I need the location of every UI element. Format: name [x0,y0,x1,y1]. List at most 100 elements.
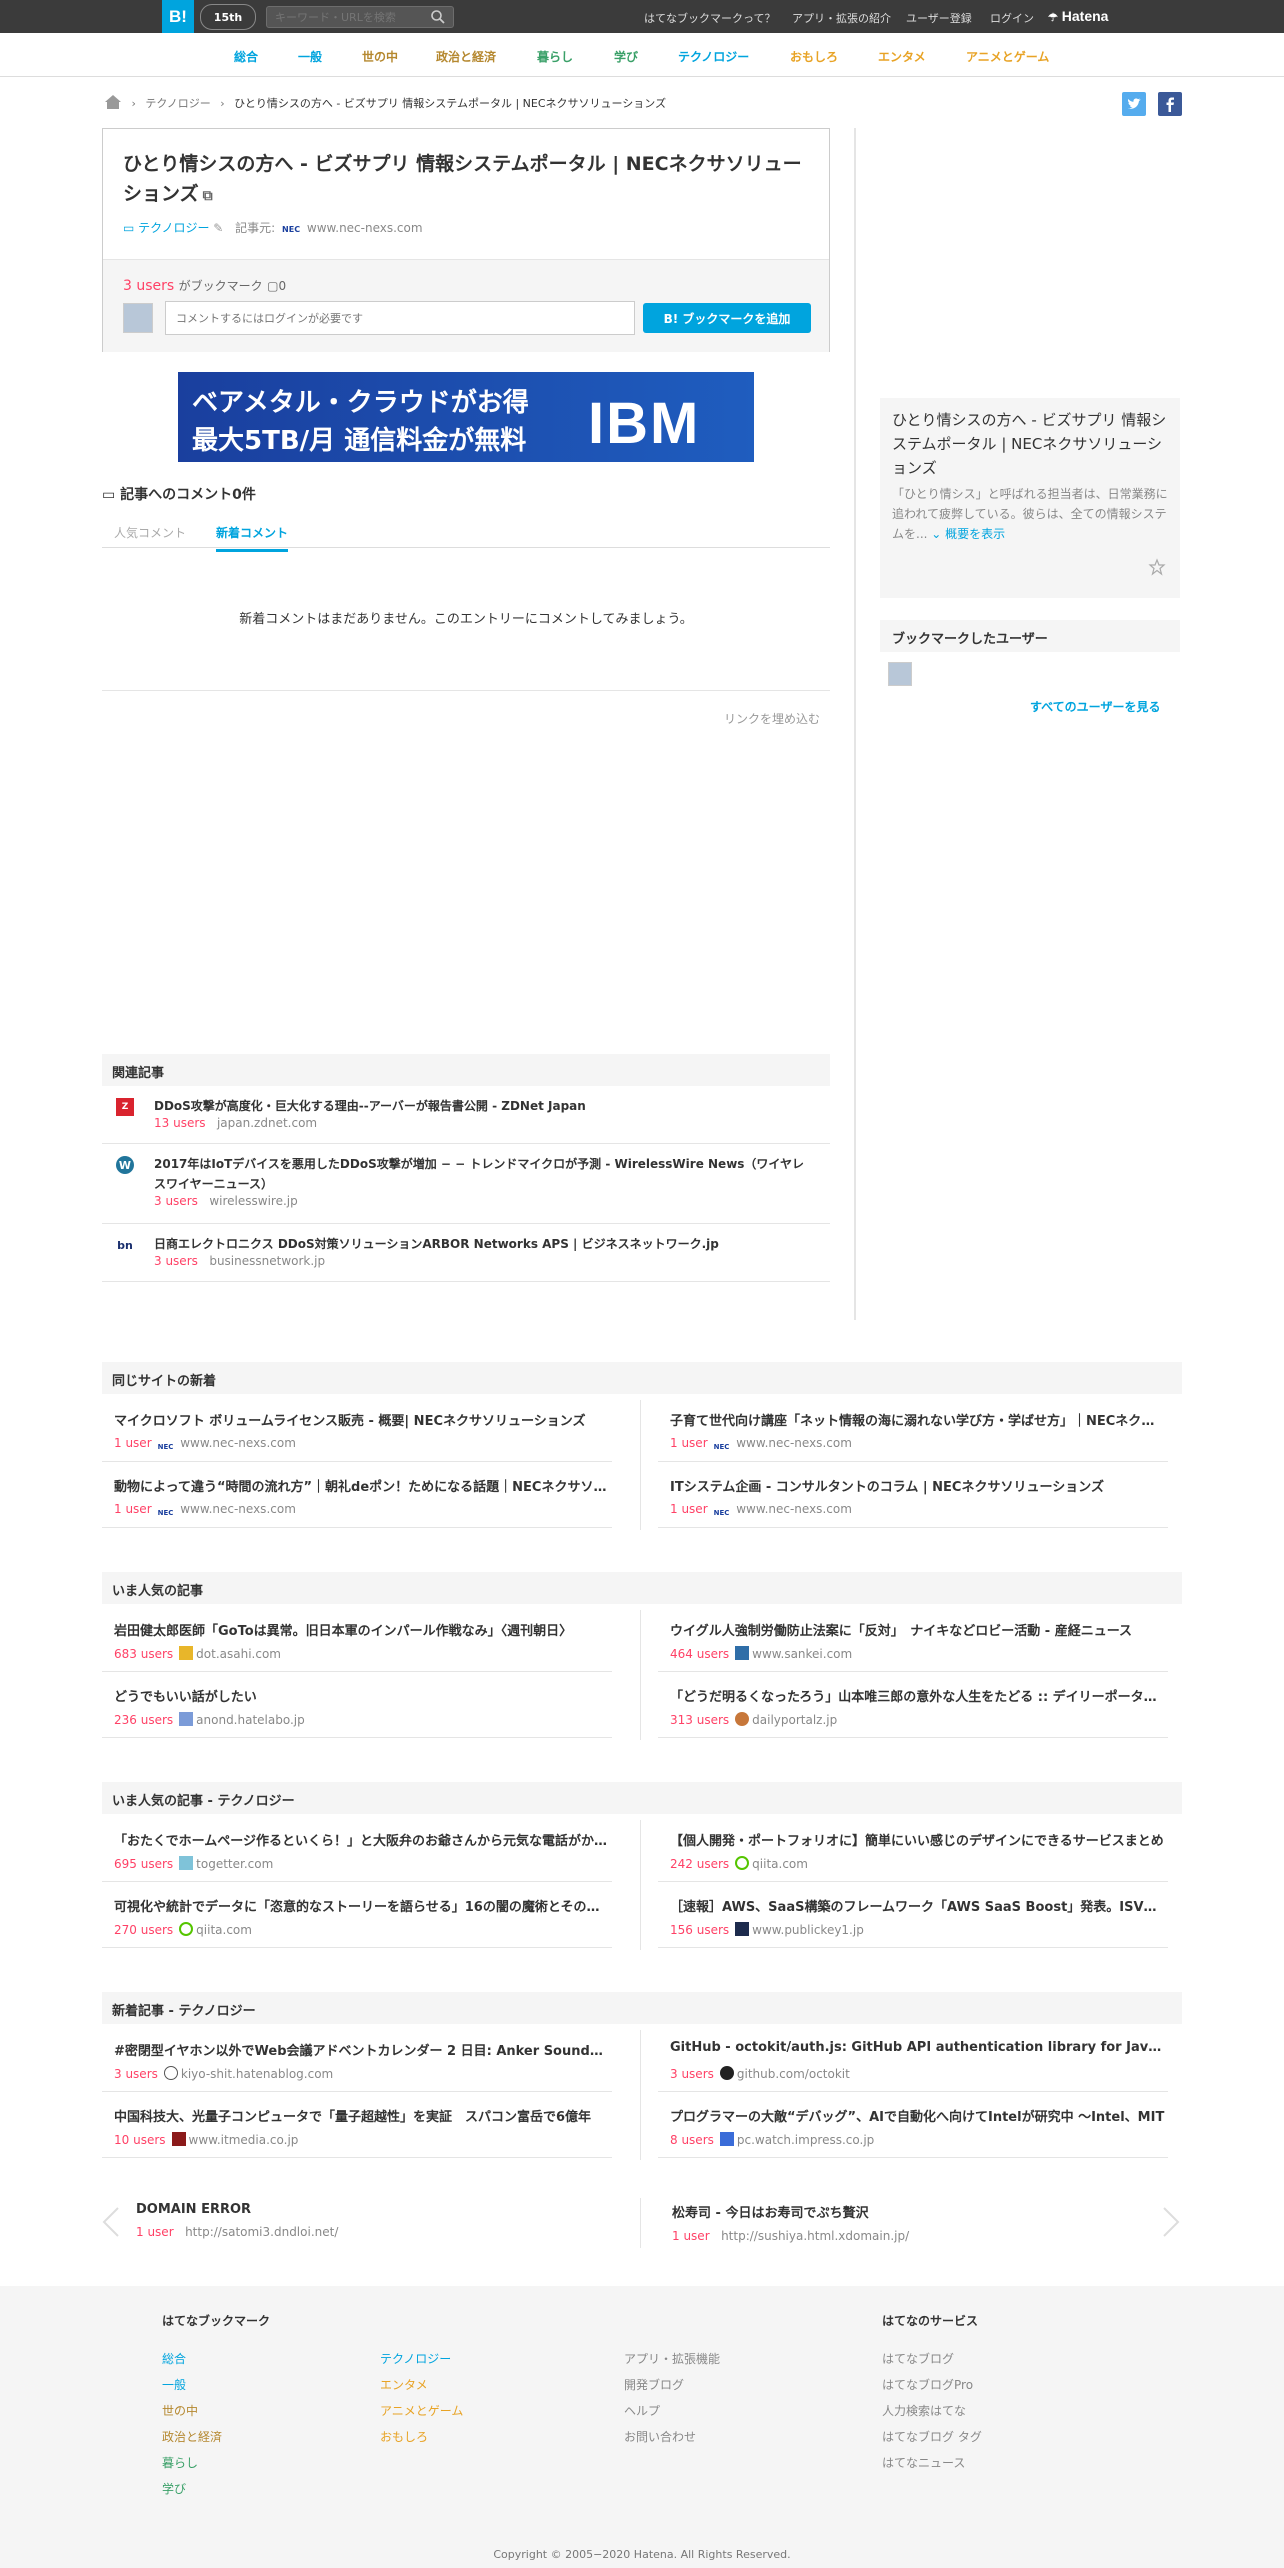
footer-link[interactable]: 政治と経済 [162,2428,222,2445]
item-users[interactable]: 683 users [114,1647,173,1661]
item-title[interactable]: 中国科技大、光量子コンピュータで「量子超越性」を実証 スパコン富岳で6億年 [114,2106,610,2125]
cat-entertainment[interactable]: エンタメ [878,48,926,65]
footer-link[interactable]: はてなブログ [882,2350,954,2367]
apps-link[interactable]: アプリ・拡張の紹介 [792,10,891,26]
item-users[interactable]: 1 user [670,1436,708,1450]
footer-link[interactable]: 人力検索はてな [882,2402,966,2419]
list-item[interactable]: #密閉型イヤホン以外でWeb会議アドベントカレンダー 2 日目: Anker S… [102,2030,612,2092]
item-title[interactable]: ウイグル人強制労働防止法案に「反対」 ナイキなどロビー活動 - 産経ニュース [670,1620,1166,1639]
list-item[interactable]: ［速報］AWS、SaaS構築のフレームワーク「AWS SaaS Boost」発表… [658,1886,1168,1948]
related-users[interactable]: 3 users [154,1194,198,1208]
pager-item[interactable]: 松寿司 - 今日はお寿司でぷち贅沢 1 user http://sushiya.… [672,2202,909,2243]
related-item[interactable]: bn 日商エレクトロニクス DDoS対策ソリューションARBOR Network… [102,1224,830,1282]
footer-link[interactable]: アプリ・拡張機能 [624,2350,720,2367]
anniversary-badge[interactable]: 15th [200,4,256,30]
cat-life[interactable]: 暮らし [537,48,573,65]
list-item[interactable]: どうでもいい話がしたい 236 users anond.hatelabo.jp [102,1676,612,1738]
star-add-icon[interactable] [1148,558,1166,576]
cat-knowledge[interactable]: 学び [614,48,638,65]
footer-link[interactable]: 世の中 [162,2402,198,2419]
footer-link[interactable]: 暮らし [162,2454,198,2471]
item-title[interactable]: #密閉型イヤホン以外でWeb会議アドベントカレンダー 2 日目: Anker S… [114,2040,610,2059]
all-users-link[interactable]: すべてのユーザーを見る [1030,698,1160,715]
item-title[interactable]: GitHub - octokit/auth.js: GitHub API aut… [670,2040,1166,2055]
chevron-right-icon[interactable] [1160,2204,1182,2240]
related-title[interactable]: 日商エレクトロニクス DDoS対策ソリューションARBOR Networks A… [154,1234,814,1254]
list-item[interactable]: 「おたくでホームページ作るといくら！」と大阪弁のお爺さんから元気な電話がかかって… [102,1820,612,1882]
item-domain[interactable]: github.com/octokit [737,2067,850,2081]
item-title[interactable]: 「おたくでホームページ作るといくら！」と大阪弁のお爺さんから元気な電話がかかって… [114,1830,610,1849]
list-item[interactable]: 岩田健太郎医師「GoToは異常。旧日本軍のインパール作戦なみ」〈週刊朝日〉 68… [102,1610,612,1672]
item-title[interactable]: ITシステム企画 - コンサルタントのコラム | NECネクサソリューションズ [670,1476,1166,1495]
item-title[interactable]: 子育て世代向け講座「ネット情報の海に溺れない学び方・学ばせ方」｜NECネクサソリ… [670,1410,1166,1429]
register-link[interactable]: ユーザー登録 [906,10,972,26]
list-item[interactable]: 動物によって違う“時間の流れ方”｜朝礼deポン！ためになる話題｜NECネクサソリ… [102,1466,612,1528]
cat-it[interactable]: テクノロジー [678,48,749,65]
footer-link[interactable]: 総合 [162,2350,186,2367]
entry-source-link[interactable]: www.nec-nexs.com [307,221,423,235]
item-domain[interactable]: www.sankei.com [752,1647,852,1661]
footer-link[interactable]: 一般 [162,2376,186,2393]
ad-banner[interactable]: ベアメタル・クラウドがお得 最大5TB/月 通信料金が無料 IBM [178,372,754,462]
login-link[interactable]: ログイン [990,10,1034,26]
entry-category-link[interactable]: テクノロジー [138,221,209,235]
item-domain[interactable]: www.nec-nexs.com [180,1502,296,1516]
footer-link[interactable]: テクノロジー [380,2350,451,2367]
item-title[interactable]: 可視化や統計でデータに「恣意的なストーリーを語らせる」16の闇の魔術とその対策 [114,1896,610,1915]
footer-link[interactable]: 開発ブログ [624,2376,684,2393]
list-item[interactable]: 「どうだ明るくなったろう」山本唯三郎の意外な人生をたどる :: デイリーポータル… [658,1676,1168,1738]
footer-link[interactable]: はてなブログ タグ [882,2428,982,2445]
cat-ippan[interactable]: 一般 [298,48,322,65]
item-users[interactable]: 236 users [114,1713,173,1727]
related-domain[interactable]: japan.zdnet.com [217,1116,317,1130]
item-users[interactable]: 8 users [670,2133,714,2147]
tab-popular-comments[interactable]: 人気コメント [114,524,186,541]
item-title[interactable]: 動物によって違う“時間の流れ方”｜朝礼deポン！ためになる話題｜NECネクサソリ… [114,1476,610,1495]
chevron-left-icon[interactable] [100,2204,122,2240]
item-title[interactable]: 岩田健太郎医師「GoToは異常。旧日本軍のインパール作戦なみ」〈週刊朝日〉 [114,1620,610,1639]
item-users[interactable]: 1 user [672,2229,710,2243]
item-users[interactable]: 1 user [114,1502,152,1516]
list-item[interactable]: 【個人開発・ポートフォリオに】簡単にいい感じのデザインにできるサービスまとめ 2… [658,1820,1168,1882]
breadcrumb-category[interactable]: テクノロジー [145,97,210,110]
footer-link[interactable]: アニメとゲーム [380,2402,463,2419]
item-domain[interactable]: www.nec-nexs.com [180,1436,296,1450]
item-domain[interactable]: qiita.com [196,1923,252,1937]
related-domain[interactable]: wirelesswire.jp [209,1194,297,1208]
hatena-logo[interactable]: ☂ Hatena [1048,8,1108,24]
cat-economics[interactable]: 政治と経済 [436,48,496,65]
sidebar-title[interactable]: ひとり情シスの方へ - ビズサプリ 情報システムポータル | NECネクサソリュ… [892,408,1170,480]
item-users[interactable]: 242 users [670,1857,729,1871]
list-item[interactable]: ウイグル人強制労働防止法案に「反対」 ナイキなどロビー活動 - 産経ニュース 4… [658,1610,1168,1672]
list-item[interactable]: プログラマーの大敵“デバッグ”、AIで自動化へ向けてIntelが研究中 〜Int… [658,2096,1168,2158]
list-item[interactable]: 可視化や統計でデータに「恣意的なストーリーを語らせる」16の闇の魔術とその対策 … [102,1886,612,1948]
item-users[interactable]: 156 users [670,1923,729,1937]
item-domain[interactable]: dailyportalz.jp [752,1713,837,1727]
item-domain[interactable]: dot.asahi.com [196,1647,281,1661]
cat-game[interactable]: アニメとゲーム [966,48,1049,65]
related-users[interactable]: 3 users [154,1254,198,1268]
related-domain[interactable]: businessnetwork.jp [209,1254,325,1268]
list-item[interactable]: 子育て世代向け講座「ネット情報の海に溺れない学び方・学ばせ方」｜NECネクサソリ… [658,1400,1168,1462]
search-input[interactable] [266,6,454,28]
item-users[interactable]: 3 users [670,2067,714,2081]
related-item[interactable]: Z DDoS攻撃が高度化・巨大化する理由--アーバーが報告書公開 - ZDNet… [102,1086,830,1144]
avatar[interactable] [888,662,912,686]
item-domain[interactable]: kiyo-shit.hatenablog.com [181,2067,333,2081]
item-title[interactable]: プログラマーの大敵“デバッグ”、AIで自動化へ向けてIntelが研究中 〜Int… [670,2106,1166,2125]
related-users[interactable]: 13 users [154,1116,206,1130]
related-title[interactable]: DDoS攻撃が高度化・巨大化する理由--アーバーが報告書公開 - ZDNet J… [154,1096,814,1116]
item-domain[interactable]: pc.watch.impress.co.jp [737,2133,874,2147]
home-icon[interactable] [104,94,122,110]
item-domain[interactable]: www.publickey1.jp [752,1923,864,1937]
footer-link[interactable]: ヘルプ [624,2402,660,2419]
item-title[interactable]: 【個人開発・ポートフォリオに】簡単にいい感じのデザインにできるサービスまとめ [670,1830,1166,1849]
pager-item[interactable]: DOMAIN ERROR 1 user http://satomi3.dndlo… [136,2202,338,2239]
entry-title-text[interactable]: ひとり情シスの方へ - ビズサプリ 情報システムポータル | NECネクサソリュ… [123,153,802,205]
item-users[interactable]: 464 users [670,1647,729,1661]
item-title[interactable]: DOMAIN ERROR [136,2202,338,2217]
users-count-link[interactable]: 3 users [123,278,174,294]
footer-link[interactable]: お問い合わせ [624,2428,696,2445]
footer-link[interactable]: はてなニュース [882,2454,965,2471]
related-title[interactable]: 2017年はIoTデバイスを悪用したDDoS攻撃が増加 − − トレンドマイクロ… [154,1154,814,1194]
